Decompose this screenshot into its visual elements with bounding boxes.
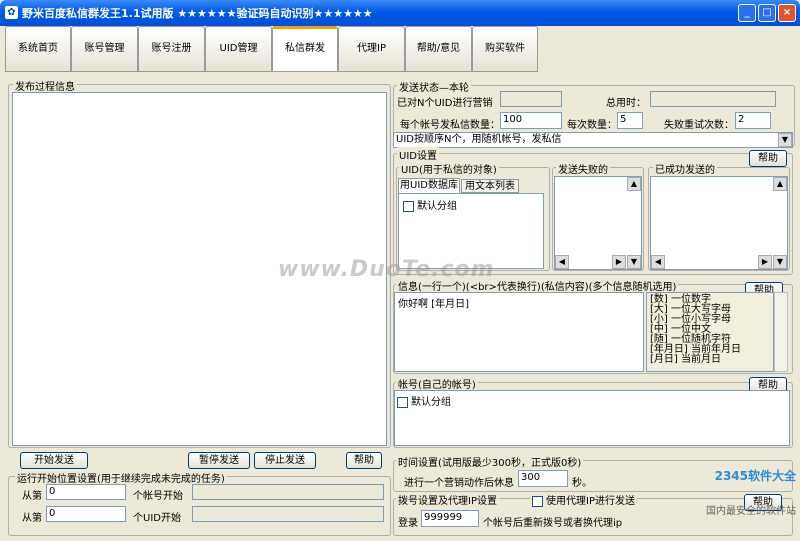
- start-uid-input[interactable]: 0: [46, 506, 126, 522]
- accounts-default-group: 默认分组: [411, 397, 451, 408]
- order-select[interactable]: UID按顺序N个，用随机帐号，发私信: [393, 132, 793, 148]
- tab-help[interactable]: 帮助/意见: [405, 26, 472, 72]
- tab-home[interactable]: 系统首页: [5, 26, 71, 72]
- from-label-2: 从第: [22, 513, 42, 524]
- proxy-checkbox-label: 使用代理IP进行发送: [546, 496, 635, 507]
- checkbox-icon[interactable]: [532, 495, 543, 507]
- order-dropdown-icon[interactable]: ▼: [778, 133, 792, 147]
- per-account-input[interactable]: 100: [500, 112, 562, 129]
- proxy-checkbox-wrap[interactable]: 使用代理IP进行发送: [530, 492, 637, 507]
- retry-input[interactable]: 2: [735, 112, 771, 129]
- tab-text-list[interactable]: 用文本列表: [461, 179, 519, 193]
- accounts-list[interactable]: 默认分组: [394, 390, 790, 446]
- login-count-input[interactable]: 999999: [421, 510, 479, 527]
- minimize-button[interactable]: _: [738, 4, 756, 22]
- brand-logo-text: 2345软件大全: [714, 469, 796, 483]
- uid-help-button[interactable]: 帮助: [749, 150, 787, 167]
- from-label-1: 从第: [22, 491, 42, 502]
- total-time-label: 总用时：: [606, 98, 646, 109]
- hint-line: [月日] 当前月日: [650, 354, 721, 365]
- log-title: 发布过程信息: [13, 78, 77, 93]
- help-button[interactable]: 帮助: [346, 452, 382, 469]
- start-send-button[interactable]: 开始发送: [20, 452, 88, 469]
- site-watermark: www.DuoTe.com: [278, 257, 495, 282]
- failed-scroll-left-icon[interactable]: ◀: [555, 255, 569, 269]
- dial-title: 拨号设置及代理IP设置: [396, 492, 499, 507]
- success-title: 已成功发送的: [653, 161, 717, 176]
- tab-register[interactable]: 账号注册: [138, 26, 205, 72]
- brand-logo: 2345软件大全 国内最安全的软件站: [670, 468, 796, 518]
- marketed-value: [500, 91, 562, 107]
- uid-start-readout: [192, 506, 384, 522]
- close-button[interactable]: ×: [778, 4, 796, 22]
- tab-uid[interactable]: UID管理: [205, 26, 272, 72]
- placeholder-hints: [数] 一位数字 [大] 一位大写字母 [小] 一位小写字母 [中] 一位中文 …: [646, 292, 774, 372]
- uid-default-group: 默认分组: [417, 201, 457, 212]
- message-textarea[interactable]: 你好啊 [年月日]: [394, 292, 644, 372]
- account-start-label: 个帐号开始: [133, 491, 183, 502]
- time-title: 时间设置(试用版最少300秒，正式版0秒): [396, 454, 584, 469]
- tab-uid-db[interactable]: 用UID数据库: [398, 178, 460, 193]
- tab-buy[interactable]: 购买软件: [472, 26, 538, 72]
- hints-scrollbar[interactable]: [774, 292, 788, 372]
- login-suffix: 个帐号后重新拨号或者换代理ip: [483, 518, 623, 529]
- accounts-title: 帐号(自己的帐号): [396, 376, 478, 391]
- status-title: 发送状态—本轮: [397, 79, 471, 94]
- checkbox-icon[interactable]: [397, 396, 408, 408]
- each-input[interactable]: 5: [617, 112, 643, 129]
- uid-title: UID设置: [397, 147, 439, 162]
- app-icon: ✿: [5, 6, 18, 19]
- window-title: 野米百度私信群发王1.1试用版 ★★★★★★验证码自动识别★★★★★★: [22, 7, 373, 20]
- success-scroll-down-icon[interactable]: ▼: [773, 255, 787, 269]
- marketed-label: 已对N个UID进行营销: [397, 98, 493, 109]
- failed-scroll-up-icon[interactable]: ▲: [627, 177, 641, 191]
- success-scroll-left-icon[interactable]: ◀: [651, 255, 665, 269]
- tab-accounts[interactable]: 账号管理: [71, 26, 138, 72]
- stop-send-button[interactable]: 停止发送: [254, 452, 316, 469]
- each-label: 每次数量：: [567, 120, 617, 131]
- pause-send-button[interactable]: 暂停发送: [188, 452, 250, 469]
- tab-private-message[interactable]: 私信群发: [272, 26, 338, 72]
- resume-title: 运行开始位置设置(用于继续完成未完成的任务): [15, 470, 227, 485]
- rest-seconds-input[interactable]: 300: [518, 470, 568, 487]
- total-time-value: [650, 91, 776, 107]
- retry-label: 失败重试次数：: [664, 120, 734, 131]
- maximize-button[interactable]: □: [758, 4, 776, 22]
- brand-logo-sub: 国内最安全的软件站: [706, 506, 796, 517]
- success-scroll-right-icon[interactable]: ▶: [758, 255, 772, 269]
- checkbox-icon[interactable]: [403, 200, 414, 212]
- failed-scroll-down-icon[interactable]: ▼: [627, 255, 641, 269]
- account-start-readout: [192, 484, 384, 500]
- login-label: 登录: [398, 518, 418, 529]
- failed-title: 发送失败的: [556, 161, 610, 176]
- success-scroll-up-icon[interactable]: ▲: [773, 177, 787, 191]
- uid-target-title: UID(用于私信的对象): [399, 161, 499, 176]
- failed-scroll-right-icon[interactable]: ▶: [612, 255, 626, 269]
- uid-start-label: 个UID开始: [133, 513, 181, 524]
- per-account-label: 每个帐号发私信数量：: [400, 120, 500, 131]
- rest-label: 进行一个营销动作后休息: [404, 478, 514, 489]
- tab-proxy[interactable]: 代理IP: [338, 26, 405, 72]
- start-account-input[interactable]: 0: [46, 484, 126, 500]
- seconds-unit: 秒。: [572, 478, 592, 489]
